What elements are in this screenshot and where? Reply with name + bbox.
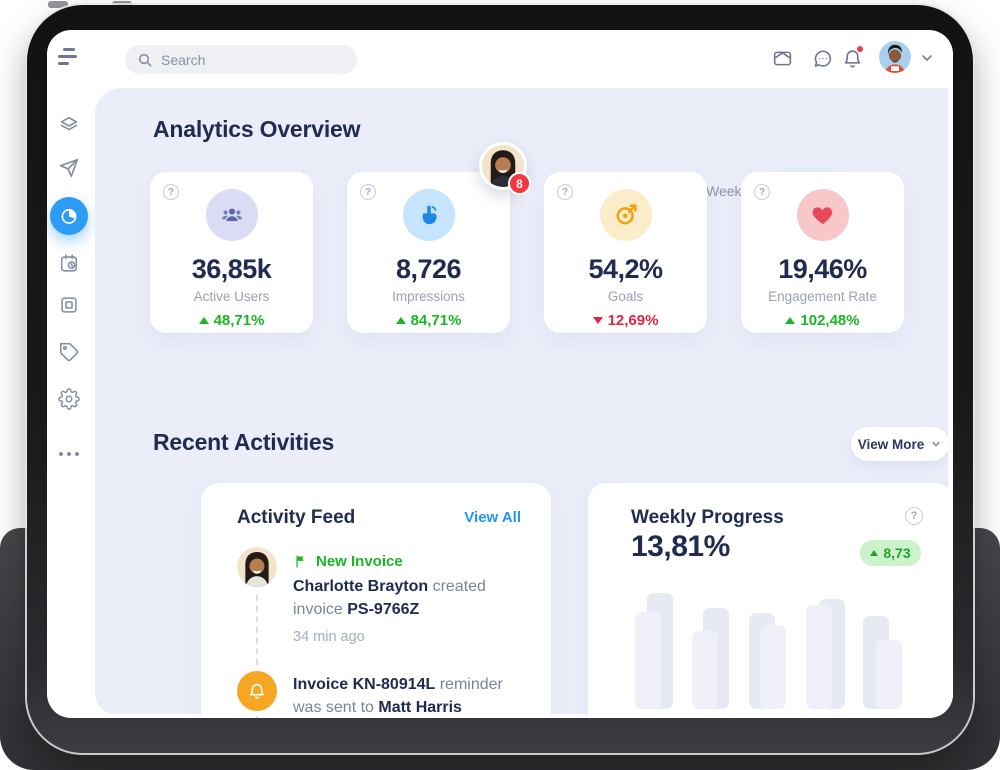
stat-card-active-users: ? 36,85k Active Users 48,71%: [150, 172, 313, 333]
stat-card-impressions: ? 8,726 Impressions 84,71%: [347, 172, 510, 333]
feed-text: Charlotte Brayton created invoice PS-976…: [293, 575, 523, 621]
section-title: Recent Activities: [153, 429, 334, 456]
chat-icon[interactable]: [808, 44, 836, 72]
bar-front: [760, 625, 786, 709]
stat-value: 54,2%: [544, 254, 707, 285]
page: Analytics Overview Weekly Monthly Yearly…: [0, 0, 1000, 770]
stat-change: 12,69%: [544, 312, 707, 329]
bar-group: 83%: [692, 589, 732, 709]
search-icon: [137, 52, 153, 68]
feed-text: Invoice KN-80914L reminder was sent to M…: [293, 673, 523, 718]
trend-arrow-icon: [199, 317, 209, 324]
stat-value: 8,726: [347, 254, 510, 285]
bar-front: [876, 640, 902, 709]
more-dots-icon: [59, 452, 79, 456]
chevron-down-icon[interactable]: [919, 50, 935, 71]
bell-icon[interactable]: [838, 44, 866, 72]
sidebar-item-send[interactable]: [50, 149, 88, 187]
tap-icon: [403, 189, 455, 241]
timeline: [256, 595, 258, 665]
card-title: Activity Feed: [237, 507, 355, 529]
user-avatar[interactable]: [879, 41, 911, 73]
menu-icon[interactable]: [56, 46, 82, 68]
feed-time: 34 min ago: [293, 629, 365, 645]
timeline: [256, 716, 258, 718]
stat-label: Active Users: [150, 289, 313, 304]
stat-value: 36,85k: [150, 254, 313, 285]
bar-chart: 91% 83% 76% 88% 62%: [588, 483, 953, 718]
heart-icon: [797, 189, 849, 241]
bar-group: 91%: [635, 589, 675, 709]
bar-front: [635, 612, 661, 709]
avatar-man: [879, 41, 911, 73]
reminder-bell-icon: [237, 671, 277, 711]
stat-change: 102,48%: [741, 312, 904, 329]
page-title: Analytics Overview: [153, 116, 360, 143]
sidebar-item-more[interactable]: [50, 435, 88, 473]
trend-arrow-icon: [396, 317, 406, 324]
activity-feed-card: Activity Feed View All: [201, 483, 551, 718]
avatar-charlotte: [237, 547, 277, 587]
stat-label: Engagement Rate: [741, 289, 904, 304]
search-input[interactable]: [161, 52, 345, 68]
help-icon[interactable]: ?: [557, 184, 573, 200]
feed-tag: New Invoice: [293, 553, 403, 570]
notification-dot: [856, 45, 864, 53]
stat-change: 84,71%: [347, 312, 510, 329]
target-icon: [600, 189, 652, 241]
chevron-down-icon: [930, 438, 942, 450]
trend-arrow-icon: [593, 317, 603, 324]
stat-label: Goals: [544, 289, 707, 304]
stat-label: Impressions: [347, 289, 510, 304]
weekly-progress-card: Weekly Progress ? 13,81% 8,73 91%83%76%8…: [588, 483, 953, 718]
view-all-link[interactable]: View All: [464, 509, 521, 526]
sidebar-item-tag[interactable]: [50, 333, 88, 371]
sidebar-item-frame[interactable]: [50, 286, 88, 324]
notification-count-badge: 8: [508, 172, 531, 195]
search-bar[interactable]: [125, 45, 357, 74]
view-more-button[interactable]: View More: [851, 427, 949, 461]
bar-front: [806, 605, 832, 709]
bar-front: [692, 631, 718, 709]
mail-icon[interactable]: [768, 44, 796, 72]
flag-icon: [293, 554, 308, 569]
bar-group: 76%: [749, 589, 789, 709]
sidebar-item-settings[interactable]: [50, 380, 88, 418]
sidebar-item-calendar[interactable]: [50, 244, 88, 282]
trend-arrow-icon: [785, 317, 795, 324]
stat-change: 48,71%: [150, 312, 313, 329]
sidebar-item-layers[interactable]: [50, 106, 88, 144]
stat-card-engagement: ? 19,46% Engagement Rate 102,48%: [741, 172, 904, 333]
help-icon[interactable]: ?: [163, 184, 179, 200]
screen: Analytics Overview Weekly Monthly Yearly…: [47, 30, 953, 718]
users-icon: [206, 189, 258, 241]
help-icon[interactable]: ?: [754, 184, 770, 200]
stat-value: 19,46%: [741, 254, 904, 285]
bar-group: 62%: [863, 589, 903, 709]
stat-card-goals: ? 54,2% Goals 12,69%: [544, 172, 707, 333]
bar-group: 88%: [806, 589, 846, 709]
sidebar-item-analytics[interactable]: [50, 197, 88, 235]
help-icon[interactable]: ?: [360, 184, 376, 200]
